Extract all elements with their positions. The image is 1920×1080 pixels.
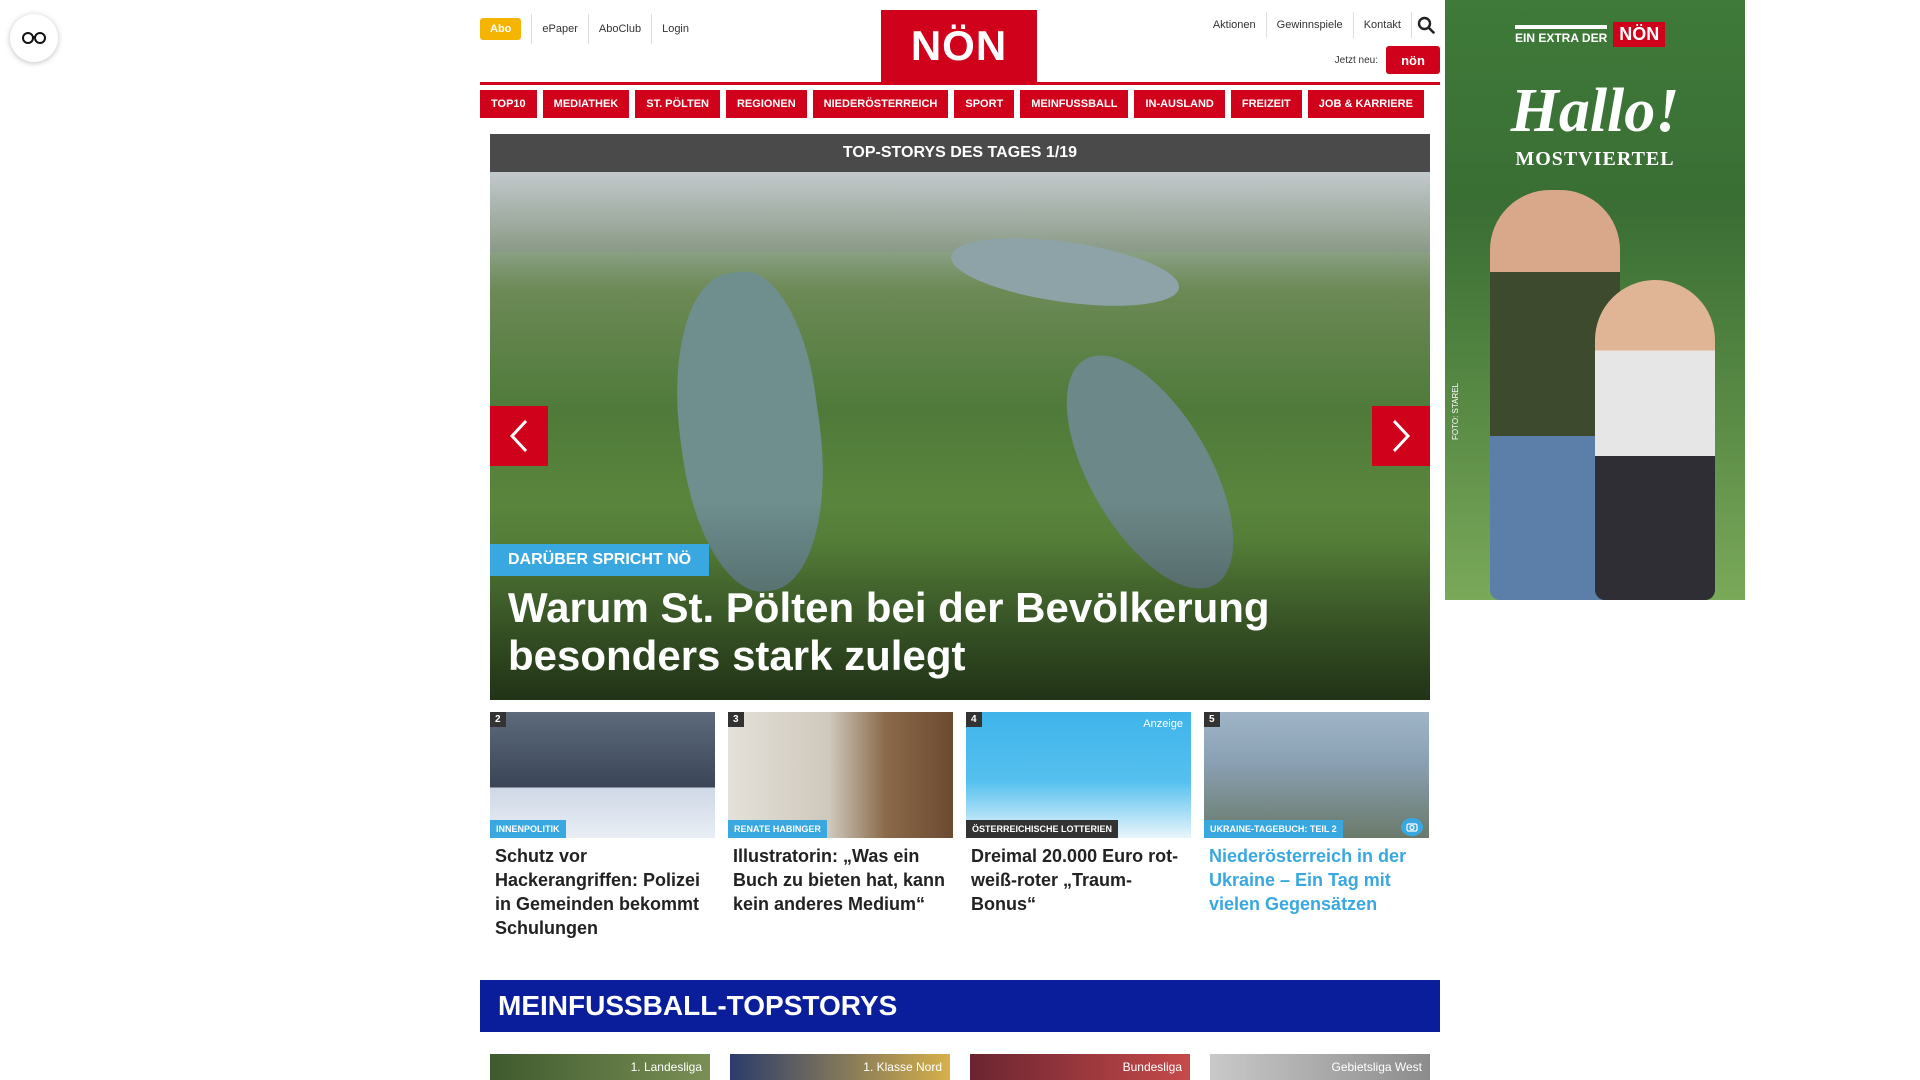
abo-button[interactable]: Abo (480, 18, 522, 40)
hero-image-city (490, 172, 1430, 252)
site-logo[interactable]: NÖN (881, 10, 1037, 82)
nav-item-in-ausland[interactable]: IN-AUSLAND (1134, 90, 1225, 118)
nav-item-niederoesterreich[interactable]: NIEDERÖSTERREICH (812, 90, 949, 118)
main-nav: TOP10 MEDIATHEK ST. PÖLTEN REGIONEN NIED… (480, 90, 1440, 118)
story-category[interactable]: UKRAINE-TAGEBUCH: TEIL 2 (1204, 820, 1343, 838)
hero-category-tag[interactable]: DARÜBER SPRICHT NÖ (490, 544, 710, 576)
story-card[interactable]: 5 UKRAINE-TAGEBUCH: TEIL 2 Niederösterre… (1204, 712, 1429, 940)
top-nav-right: Aktionen Gewinnspiele Kontakt (1203, 12, 1440, 38)
story-title[interactable]: Niederösterreich in der Ukraine – Ein Ta… (1204, 838, 1429, 916)
header: Abo ePaper AboClub Login NÖN Aktionen Ge… (480, 0, 1440, 82)
jetzt-neu-badge[interactable]: nön (1386, 46, 1440, 74)
ad-subline: MOSTVIERTEL (1515, 148, 1675, 170)
nav-item-top10[interactable]: TOP10 (480, 90, 537, 118)
story-title[interactable]: Illustratorin: „Was ein Buch zu bieten h… (728, 838, 953, 916)
story-title[interactable]: Dreimal 20.000 Euro rot-weiß-roter „Trau… (966, 838, 1191, 916)
ad-extra-logo: NÖN (1613, 22, 1666, 47)
ad-extra-text: EIN EXTRA DER (1515, 24, 1608, 45)
login-link[interactable]: Login (651, 14, 699, 44)
camera-icon (1401, 818, 1423, 836)
football-story-card[interactable]: 1. Klasse Nord (730, 1054, 950, 1080)
story-category[interactable]: ÖSTERREICHISCHE LOTTERIEN (966, 820, 1119, 838)
nav-item-st-poelten[interactable]: ST. PÖLTEN (635, 90, 720, 118)
top-stories-header: TOP-STORYS DES TAGES 1/19 (490, 134, 1430, 172)
story-thumbnail[interactable]: 3 RENATE HABINGER (728, 712, 953, 838)
ad-extra-label: EIN EXTRA DER NÖN (1515, 22, 1666, 47)
story-title[interactable]: Schutz vor Hackerangriffen: Polizei in G… (490, 838, 715, 940)
nav-item-sport[interactable]: SPORT (954, 90, 1015, 118)
top-nav-left: Abo ePaper AboClub Login (480, 14, 699, 44)
story-thumbnail[interactable]: 4 Anzeige ÖSTERREICHISCHE LOTTERIEN (966, 712, 1191, 838)
page-content: Abo ePaper AboClub Login NÖN Aktionen Ge… (480, 0, 1440, 1080)
meinfussball-section-title[interactable]: MEINFUSSBALL-TOPSTORYS (480, 980, 1440, 1032)
chevron-right-icon (1392, 419, 1411, 453)
hero-story[interactable]: DARÜBER SPRICHT NÖ Warum St. Pölten bei … (490, 172, 1430, 700)
search-icon[interactable] (1412, 12, 1440, 38)
story-category[interactable]: RENATE HABINGER (728, 820, 827, 838)
story-thumbnail[interactable]: 2 INNENPOLITIK (490, 712, 715, 838)
ad-person-woman (1595, 280, 1715, 600)
chevron-left-icon (509, 419, 528, 453)
jetzt-neu-label: Jetzt neu: (1334, 54, 1378, 66)
top-stories-cards: 2 INNENPOLITIK Schutz vor Hackerangriffe… (490, 712, 1430, 940)
story-card[interactable]: 2 INNENPOLITIK Schutz vor Hackerangriffe… (490, 712, 715, 940)
story-category[interactable]: INNENPOLITIK (490, 820, 566, 838)
league-label: 1. Landesliga (630, 1060, 702, 1074)
football-story-card[interactable]: Gebietsliga West (1210, 1054, 1430, 1080)
ad-headline: Hallo! (1510, 77, 1680, 145)
story-rank: 4 (966, 712, 982, 727)
carousel-prev-button[interactable] (490, 406, 548, 466)
story-rank: 5 (1204, 712, 1220, 727)
story-card[interactable]: 3 RENATE HABINGER Illustratorin: „Was ei… (728, 712, 953, 940)
story-rank: 2 (490, 712, 506, 727)
ad-photo-credit: FOTO: STAREL (1451, 382, 1460, 440)
kontakt-link[interactable]: Kontakt (1354, 12, 1412, 38)
aboclub-link[interactable]: AboClub (587, 14, 651, 44)
league-label: 1. Klasse Nord (863, 1060, 942, 1074)
carousel-next-button[interactable] (1372, 406, 1430, 466)
header-divider (480, 82, 1440, 85)
league-label: Bundesliga (1122, 1060, 1182, 1074)
advertisement-banner[interactable]: EIN EXTRA DER NÖN Hallo! MOSTVIERTEL FOT… (1445, 0, 1745, 600)
nav-item-regionen[interactable]: REGIONEN (725, 90, 807, 118)
nav-item-meinfussball[interactable]: MEINFUSSBALL (1020, 90, 1129, 118)
nav-item-freizeit[interactable]: FREIZEIT (1230, 90, 1302, 118)
story-card[interactable]: 4 Anzeige ÖSTERREICHISCHE LOTTERIEN Drei… (966, 712, 1191, 940)
story-rank: 3 (728, 712, 744, 727)
aktionen-link[interactable]: Aktionen (1203, 12, 1267, 38)
glasses-icon (22, 32, 46, 44)
epaper-link[interactable]: ePaper (531, 14, 587, 44)
ad-badge: Anzeige (1143, 718, 1183, 730)
league-label: Gebietsliga West (1331, 1060, 1423, 1074)
reader-mode-button[interactable] (10, 14, 58, 62)
jetzt-neu: Jetzt neu: nön (1335, 46, 1440, 74)
nav-item-mediathek[interactable]: MEDIATHEK (542, 90, 630, 118)
football-story-card[interactable]: Bundesliga (970, 1054, 1190, 1080)
nav-item-job-karriere[interactable]: JOB & KARRIERE (1307, 90, 1424, 118)
gewinnspiele-link[interactable]: Gewinnspiele (1267, 12, 1354, 38)
football-story-card[interactable]: 1. Landesliga (490, 1054, 710, 1080)
meinfussball-cards: 1. Landesliga 1. Klasse Nord Bundesliga … (490, 1054, 1430, 1080)
story-thumbnail[interactable]: 5 UKRAINE-TAGEBUCH: TEIL 2 (1204, 712, 1429, 838)
hero-title[interactable]: Warum St. Pölten bei der Bevölkerung bes… (508, 584, 1388, 680)
